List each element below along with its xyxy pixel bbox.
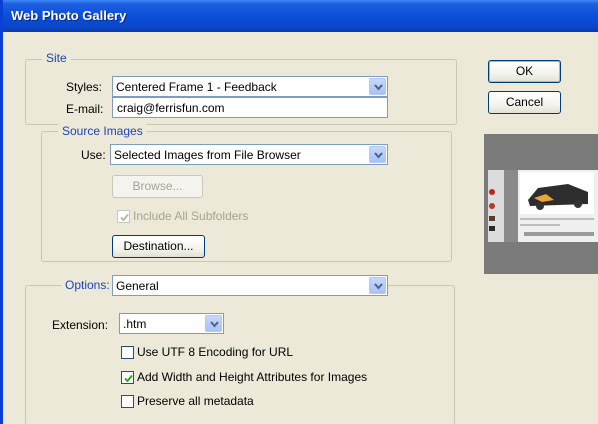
cancel-button[interactable]: Cancel: [488, 91, 561, 114]
utf8-encoding-checkbox[interactable]: Use UTF 8 Encoding for URL: [121, 345, 293, 359]
width-height-attributes-label: Add Width and Height Attributes for Imag…: [137, 370, 368, 384]
gallery-preview-graphic: [484, 134, 598, 274]
use-value: Selected Images from File Browser: [114, 148, 301, 162]
ok-button[interactable]: OK: [488, 60, 561, 83]
source-images-legend: Source Images: [58, 124, 147, 138]
styles-label: Styles:: [66, 80, 103, 94]
destination-button[interactable]: Destination...: [112, 235, 205, 258]
preserve-metadata-label: Preserve all metadata: [137, 394, 254, 408]
email-input[interactable]: [113, 98, 387, 117]
preserve-metadata-checkbox[interactable]: Preserve all metadata: [121, 394, 254, 408]
use-dropdown[interactable]: Selected Images from File Browser: [110, 144, 388, 165]
site-legend: Site: [42, 51, 71, 65]
title-bar[interactable]: Web Photo Gallery: [3, 0, 598, 32]
chevron-down-icon[interactable]: [369, 78, 386, 95]
style-preview-image: [484, 134, 598, 274]
checkmark-icon: [124, 374, 133, 382]
include-subfolders-checkbox[interactable]: Include All Subfolders: [117, 209, 248, 223]
chevron-down-icon[interactable]: [369, 277, 386, 294]
extension-dropdown[interactable]: .htm: [119, 313, 224, 334]
checkbox-box[interactable]: [121, 370, 134, 384]
checkbox-box[interactable]: [121, 394, 134, 408]
browse-button[interactable]: Browse...: [112, 175, 203, 198]
extension-label: Extension:: [52, 318, 109, 332]
extension-value: .htm: [123, 317, 147, 331]
web-photo-gallery-dialog: Web Photo Gallery Site Styles: Centered …: [0, 0, 598, 424]
styles-value: Centered Frame 1 - Feedback: [116, 80, 277, 94]
utf8-encoding-label: Use UTF 8 Encoding for URL: [137, 345, 294, 359]
width-height-attributes-checkbox[interactable]: Add Width and Height Attributes for Imag…: [121, 370, 367, 384]
chevron-down-icon[interactable]: [205, 315, 222, 332]
window-title: Web Photo Gallery: [11, 8, 127, 23]
options-legend: Options:: [61, 278, 112, 292]
email-label: E-mail:: [66, 102, 104, 116]
options-dropdown[interactable]: General: [112, 275, 388, 296]
styles-dropdown[interactable]: Centered Frame 1 - Feedback: [112, 76, 388, 97]
use-label: Use:: [81, 148, 106, 162]
checkbox-box[interactable]: [117, 209, 130, 223]
options-value: General: [116, 279, 159, 293]
checkbox-box[interactable]: [121, 345, 134, 359]
email-field[interactable]: [112, 97, 388, 118]
include-subfolders-label: Include All Subfolders: [133, 209, 249, 223]
chevron-down-icon[interactable]: [369, 146, 386, 163]
